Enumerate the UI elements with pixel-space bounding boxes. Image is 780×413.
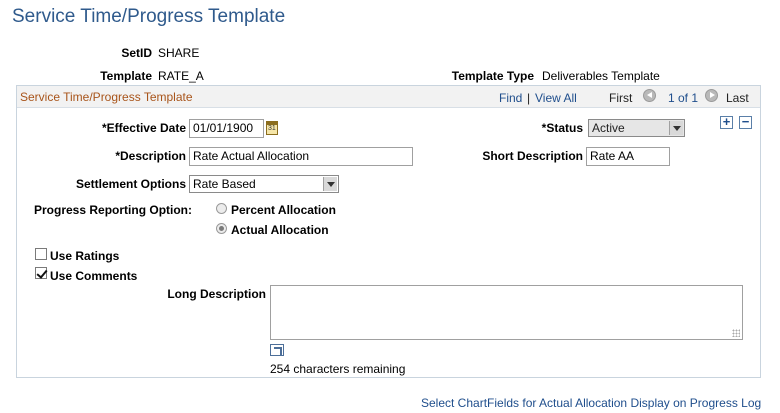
header-separator: | [527, 91, 531, 105]
find-link[interactable]: Find [499, 91, 522, 105]
use-comments-checkbox[interactable] [35, 267, 47, 279]
page-title: Service Time/Progress Template [12, 6, 286, 27]
use-ratings-label: Use Ratings [50, 249, 120, 263]
select-chartfields-link[interactable]: Select ChartFields for Actual Allocation… [421, 396, 761, 410]
row-range: 1 of 1 [668, 91, 699, 105]
status-label: *Status [541, 121, 583, 135]
last-label: Last [726, 91, 749, 105]
chevron-down-icon [669, 121, 683, 135]
description-input[interactable]: Rate Actual Allocation [189, 147, 413, 166]
characters-remaining: 254 characters remaining [270, 362, 406, 376]
percent-allocation-label: Percent Allocation [231, 203, 336, 217]
actual-allocation-label: Actual Allocation [231, 223, 329, 237]
status-select: Active [588, 119, 685, 137]
short-description-label: Short Description [482, 149, 583, 163]
status-select-value: Active [592, 121, 625, 135]
group-title: Service Time/Progress Template [20, 90, 193, 104]
expand-textarea-icon[interactable] [270, 344, 284, 356]
template-value: RATE_A [158, 69, 204, 83]
use-comments-label: Use Comments [50, 269, 138, 283]
percent-allocation-radio[interactable] [216, 203, 227, 214]
chevron-down-icon[interactable] [323, 177, 337, 191]
template-label: Template [100, 69, 152, 83]
calendar-icon[interactable] [266, 121, 278, 135]
previous-arrow-icon[interactable] [643, 89, 656, 102]
resize-grip-icon[interactable] [732, 329, 740, 337]
settlement-options-label: Settlement Options [75, 177, 186, 191]
actual-allocation-radio[interactable] [216, 223, 227, 234]
short-description-input[interactable]: Rate AA [586, 147, 670, 166]
add-row-button[interactable]: + [720, 115, 733, 129]
description-label: *Description [115, 149, 186, 163]
progress-reporting-label: Progress Reporting Option: [34, 203, 193, 217]
effective-date-label: *Effective Date [101, 121, 186, 135]
template-type-value: Deliverables Template [542, 69, 660, 83]
first-label: First [609, 91, 633, 105]
delete-row-button[interactable]: − [739, 115, 752, 129]
view-all-link[interactable]: View All [535, 91, 577, 105]
long-description-label: Long Description [167, 287, 266, 301]
settlement-options-select[interactable]: Rate Based [189, 175, 339, 193]
setid-value: SHARE [158, 46, 200, 60]
settlement-options-value: Rate Based [193, 177, 256, 191]
effective-date-input[interactable]: 01/01/1900 [189, 119, 264, 138]
long-description-textarea[interactable] [270, 285, 743, 340]
setid-label: SetID [121, 46, 152, 60]
next-arrow-icon[interactable] [705, 89, 718, 102]
template-type-label: Template Type [451, 69, 534, 83]
use-ratings-checkbox[interactable] [35, 248, 47, 260]
